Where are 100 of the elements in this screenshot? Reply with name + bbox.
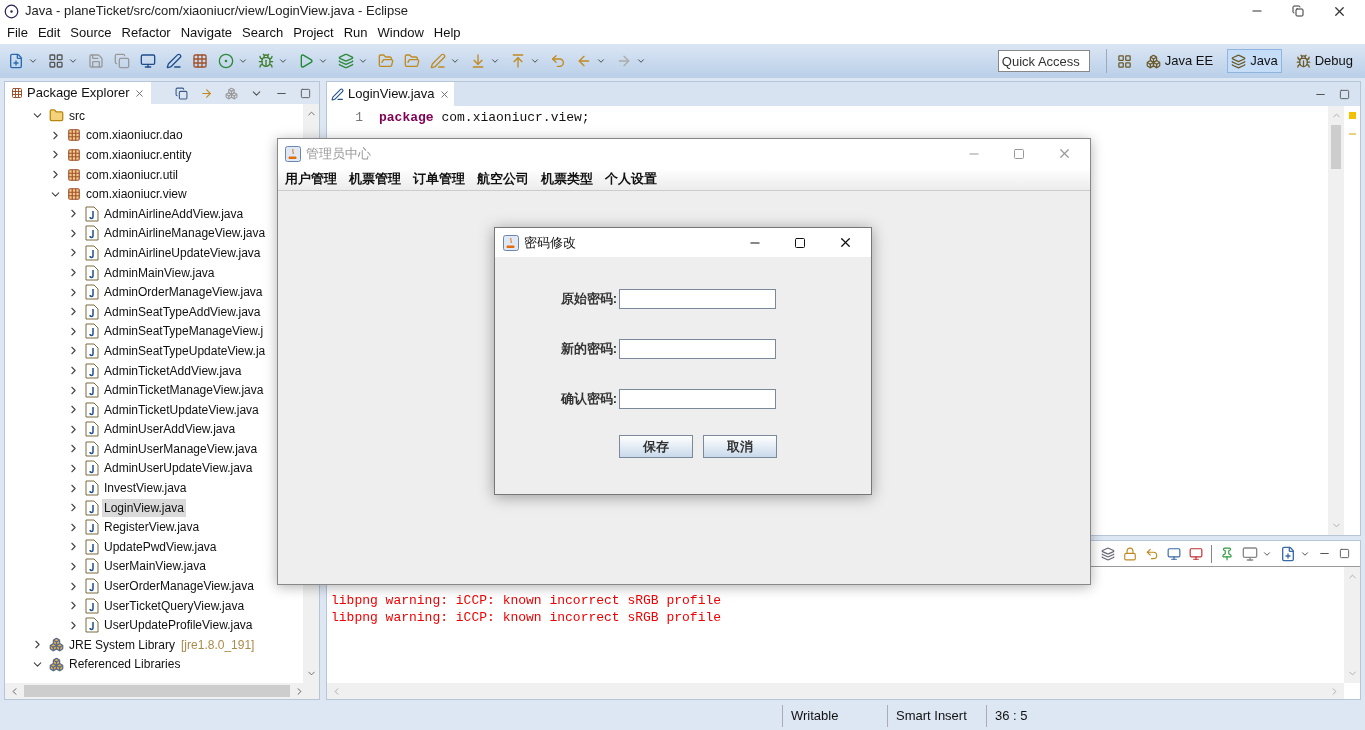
tree-item[interactable]: com.xiaoniucr.util <box>84 165 181 184</box>
menu-item[interactable]: 机票管理 <box>343 169 407 189</box>
dropdown-caret-icon[interactable] <box>636 56 646 66</box>
dropdown-caret-icon[interactable] <box>278 56 288 66</box>
tree-item[interactable]: AdminAirlineAddView.java <box>102 204 246 223</box>
perspective-button[interactable]: Java <box>1227 49 1282 73</box>
open-folder-icon[interactable] <box>378 53 394 69</box>
save-icon[interactable] <box>88 53 104 69</box>
open-folder-icon[interactable] <box>404 53 420 69</box>
view-tab[interactable]: Package Explorer <box>5 82 151 104</box>
menu-item[interactable]: Search <box>237 23 289 43</box>
perspective-button[interactable]: Java EE <box>1141 49 1218 73</box>
dropdown-caret-icon[interactable] <box>318 56 328 66</box>
dropdown-caret-icon[interactable] <box>28 56 38 66</box>
menu-item[interactable]: Refactor <box>116 23 176 43</box>
dropdown-caret-icon[interactable] <box>238 56 248 66</box>
dropdown-caret-icon[interactable] <box>450 56 460 66</box>
tree-item[interactable]: AdminTicketManageView.java <box>102 381 266 400</box>
tree-item[interactable]: UpdatePwdView.java <box>102 537 219 556</box>
menu-item[interactable]: 航空公司 <box>471 169 535 189</box>
new-file-icon[interactable] <box>8 53 24 69</box>
dropdown-caret-icon[interactable] <box>490 56 500 66</box>
tree-item[interactable]: src <box>67 106 87 125</box>
menu-item[interactable]: 用户管理 <box>279 169 343 189</box>
scroll-lock-icon[interactable] <box>1123 546 1137 561</box>
tree-item[interactable]: InvestView.java <box>102 479 189 498</box>
window-title: Java - planeTicket/src/com/xiaoniucr/view/LoginView.java - Eclipse <box>25 2 408 21</box>
scrollbar-thumb[interactable] <box>24 685 290 697</box>
menu-item[interactable]: Navigate <box>175 23 237 43</box>
tree-item[interactable]: Referenced Libraries <box>67 655 183 674</box>
tree-item[interactable]: AdminAirlineManageView.java <box>102 224 268 243</box>
restore-icon[interactable] <box>1292 5 1304 17</box>
tree-item[interactable]: LoginView.java <box>102 498 186 517</box>
pin-icon[interactable] <box>1220 546 1234 561</box>
tree-item[interactable]: UserUpdateProfileView.java <box>102 616 255 635</box>
menu-item[interactable]: Run <box>338 23 373 43</box>
dialog-button[interactable]: 取消 <box>703 435 777 458</box>
password-field[interactable] <box>619 389 776 409</box>
pen-icon[interactable] <box>166 53 182 69</box>
tree-item[interactable]: UserTicketQueryView.java <box>102 596 247 615</box>
package-icon <box>67 187 81 202</box>
java-cup-icon <box>285 145 301 162</box>
console-icon[interactable] <box>1189 546 1203 561</box>
maximize-icon[interactable] <box>794 236 806 249</box>
menu-item[interactable]: 订单管理 <box>407 169 471 189</box>
menu-item[interactable]: File <box>2 23 33 43</box>
perspective-button[interactable]: Debug <box>1291 49 1357 73</box>
perspective-icon <box>1231 53 1247 69</box>
tree-item[interactable]: com.xiaoniucr.dao <box>84 126 185 145</box>
vertical-scrollbar[interactable] <box>1328 106 1344 535</box>
horizontal-scrollbar[interactable] <box>5 683 319 699</box>
display-console-icon[interactable] <box>1242 545 1258 562</box>
tree-item[interactable]: RegisterView.java <box>102 518 202 537</box>
field-label: 新的密码: <box>559 340 618 359</box>
dropdown-caret-icon[interactable] <box>68 56 78 66</box>
run-icon[interactable] <box>298 53 314 69</box>
dropdown-caret-icon[interactable] <box>358 56 368 66</box>
tree-item[interactable]: UserOrderManageView.java <box>102 577 256 596</box>
warning-marker[interactable] <box>1348 112 1356 119</box>
console-icon[interactable] <box>1167 546 1181 561</box>
menu-item[interactable]: Edit <box>32 23 66 43</box>
tree-item[interactable]: com.xiaoniucr.entity <box>84 146 194 164</box>
tree-item[interactable]: JRE System Library <box>67 635 178 654</box>
tree-item[interactable]: AdminOrderManageView.java <box>102 283 265 302</box>
dropdown-caret-icon[interactable] <box>596 56 606 66</box>
menu-item[interactable]: 个人设置 <box>599 169 663 189</box>
tree-item[interactable]: AdminTicketUpdateView.java <box>102 400 261 419</box>
tree-item[interactable]: AdminSeatTypeUpdateView.ja <box>102 341 268 360</box>
close-icon[interactable] <box>838 235 853 250</box>
tree-item[interactable]: com.xiaoniucr.view <box>84 185 189 204</box>
tree-item[interactable]: AdminSeatTypeManageView.j <box>102 322 266 341</box>
quick-access-field[interactable]: Quick Access <box>997 50 1090 72</box>
field-label: 原始密码: <box>559 290 618 309</box>
status-text: Smart Insert <box>895 707 968 726</box>
new-console-icon[interactable] <box>1280 545 1296 562</box>
tree-item[interactable]: AdminSeatTypeAddView.java <box>102 302 263 321</box>
package-icon[interactable] <box>192 53 208 69</box>
tree-item[interactable]: AdminUserManageView.java <box>102 439 260 458</box>
dialog-button[interactable]: 保存 <box>619 435 693 458</box>
tree-item[interactable]: UserMainView.java <box>102 557 208 576</box>
warning-marker[interactable] <box>1348 133 1356 135</box>
tree-item[interactable]: AdminMainView.java <box>102 263 217 282</box>
monitor-icon[interactable] <box>140 53 156 69</box>
scrollbar-thumb[interactable] <box>1331 125 1341 169</box>
save-all-icon[interactable] <box>114 53 130 69</box>
menu-item[interactable]: 机票类型 <box>535 169 599 189</box>
back-icon[interactable] <box>576 53 592 69</box>
editor-tab[interactable]: LoginView.java <box>327 82 454 106</box>
password-field[interactable] <box>619 339 776 359</box>
tree-item[interactable]: AdminUserAddView.java <box>102 420 238 439</box>
menu-item[interactable]: Project <box>288 23 339 43</box>
menu-item[interactable]: Window <box>372 23 429 43</box>
dropdown-caret-icon[interactable] <box>530 56 540 66</box>
menu-item[interactable]: Help <box>428 23 466 43</box>
password-field[interactable] <box>619 289 776 309</box>
menu-item[interactable]: Source <box>65 23 117 43</box>
tree-item[interactable]: AdminUserUpdateView.java <box>102 459 255 478</box>
tree-item[interactable]: AdminTicketAddView.java <box>102 361 244 380</box>
tree-item[interactable]: AdminAirlineUpdateView.java <box>102 243 263 262</box>
debug-icon[interactable] <box>258 53 274 69</box>
